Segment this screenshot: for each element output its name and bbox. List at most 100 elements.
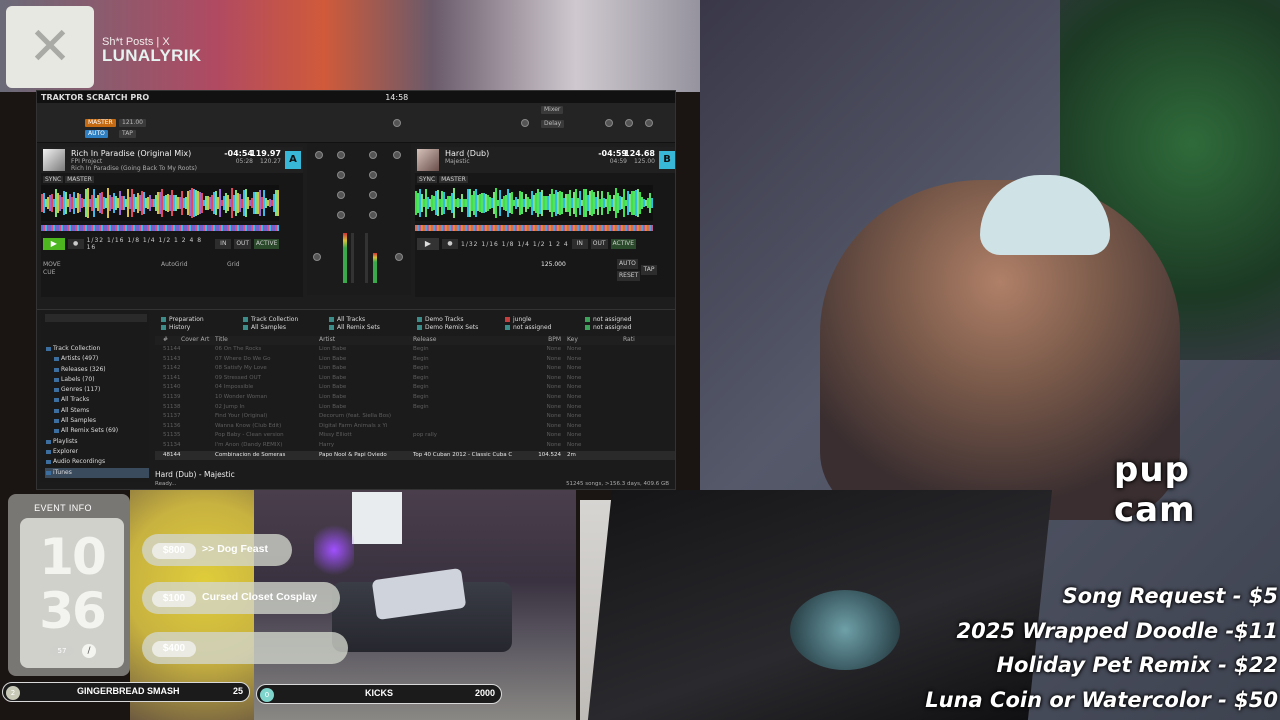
- deck-b-headphone-cue[interactable]: [395, 253, 403, 261]
- favorite-item[interactable]: All Samples: [243, 324, 286, 331]
- deck-b-waveform[interactable]: [415, 185, 653, 221]
- table-row[interactable]: 51140 04 Impossible Lion Babe Begin None None: [155, 383, 675, 393]
- tree-item[interactable]: Genres (117): [45, 385, 149, 395]
- column-header[interactable]: Title: [215, 336, 319, 345]
- deck-b-hi-knob[interactable]: [369, 151, 377, 159]
- tree-item[interactable]: All Samples: [45, 416, 149, 426]
- layout-dropdown[interactable]: Mixer: [541, 106, 564, 114]
- deck-b-play-button[interactable]: ▶: [417, 238, 439, 250]
- column-header[interactable]: #: [155, 336, 181, 345]
- deck-b-channel-fader[interactable]: [365, 233, 368, 283]
- column-header[interactable]: BPM: [523, 336, 567, 345]
- favorite-item[interactable]: Preparation: [161, 316, 204, 323]
- table-row[interactable]: 51142 08 Satisfy My Love Lion Babe Begin Non…: [155, 364, 675, 374]
- tap-button[interactable]: TAP: [119, 130, 136, 138]
- favorite-item[interactable]: not assigned: [505, 324, 551, 331]
- deck-b-sync-button[interactable]: SYNC: [417, 176, 438, 183]
- deck-a-autogrid-button[interactable]: AutoGrid: [161, 261, 188, 268]
- table-row[interactable]: 51137 Find Your (Original) Decorum (feat. …: [155, 412, 675, 422]
- favorite-item[interactable]: not assigned: [585, 316, 631, 323]
- column-header[interactable]: Rati: [623, 336, 663, 345]
- auto-button[interactable]: AUTO: [85, 130, 108, 138]
- deck-a-hi-knob[interactable]: [337, 151, 345, 159]
- tree-item[interactable]: iTunes: [45, 467, 149, 478]
- table-row[interactable]: 51135 Pop Baby - Clean version Missy Ellio…: [155, 431, 675, 441]
- deck-b-in-button[interactable]: IN: [571, 239, 588, 249]
- main-volume-knob[interactable]: [393, 119, 401, 127]
- favorite-item[interactable]: Demo Remix Sets: [417, 324, 478, 331]
- deck-b-active-button[interactable]: ACTIVE: [610, 239, 637, 249]
- fx-reverb-knob[interactable]: [625, 119, 633, 127]
- fx-select-dropdown[interactable]: Delay: [541, 120, 565, 128]
- column-header[interactable]: Release: [413, 336, 523, 345]
- column-header[interactable]: Cover Art: [181, 336, 215, 345]
- deck-a-master-button[interactable]: MASTER: [65, 176, 94, 183]
- deck-a-filter-knob[interactable]: [337, 211, 345, 219]
- deck-b-overview-strip[interactable]: [415, 223, 653, 233]
- browser-search-input[interactable]: [45, 314, 147, 322]
- deck-a-gain-knob[interactable]: [315, 151, 323, 159]
- table-row[interactable]: 51139 10 Wonder Woman Lion Babe Begin None No…: [155, 393, 675, 403]
- table-row[interactable]: 51136 Wanna Know (Club Edit) Digital Farm …: [155, 422, 675, 432]
- tree-item[interactable]: Labels (70): [45, 375, 149, 385]
- deck-b-reset-button[interactable]: RESET: [617, 271, 641, 281]
- table-row[interactable]: 51144 06 On The Rocks Lion Babe Begin None No…: [155, 345, 675, 355]
- tree-item[interactable]: Releases (326): [45, 365, 149, 375]
- master-bpm-display[interactable]: 121.00: [119, 119, 146, 127]
- deck-a-headphone-cue[interactable]: [313, 253, 321, 261]
- favorite-item[interactable]: not assigned: [585, 324, 631, 331]
- tree-item[interactable]: All Remix Sets (69): [45, 426, 149, 436]
- table-row[interactable]: 48144 Combinacion de Someras Papo Nool & P…: [155, 450, 675, 461]
- deck-a-waveform[interactable]: [41, 185, 279, 221]
- tree-item[interactable]: All Stems: [45, 406, 149, 416]
- deck-b-out-button[interactable]: OUT: [590, 239, 608, 249]
- deck-b-auto-button[interactable]: AUTO: [617, 259, 638, 269]
- favorite-item[interactable]: jungle: [505, 316, 531, 323]
- deck-a-active-button[interactable]: ACTIVE: [253, 239, 279, 249]
- deck-b-letter[interactable]: B: [659, 151, 675, 169]
- deck-a-move-label[interactable]: MOVE: [43, 261, 61, 268]
- tree-item[interactable]: All Tracks: [45, 395, 149, 405]
- table-row[interactable]: 51134 I'm Anon (Dandy REMIX) Harry None None: [155, 441, 675, 451]
- deck-b-mid-knob[interactable]: [369, 171, 377, 179]
- tree-item[interactable]: Playlists: [45, 437, 149, 447]
- deck-a-loop-sizes[interactable]: 1/32 1/16 1/8 1/4 1/2 1 2 4 8 16: [87, 237, 213, 251]
- deck-b-tap-button[interactable]: TAP: [641, 265, 657, 275]
- deck-b-cue-button[interactable]: ●: [442, 239, 458, 249]
- deck-a-grid-dropdown[interactable]: Grid: [227, 261, 240, 268]
- favorite-item[interactable]: History: [161, 324, 190, 331]
- deck-a-in-button[interactable]: IN: [215, 239, 232, 249]
- fx-rate-knob[interactable]: [645, 119, 653, 127]
- favorite-item[interactable]: Track Collection: [243, 316, 298, 323]
- tree-item[interactable]: Artists (497): [45, 354, 149, 364]
- deck-a-mid-knob[interactable]: [337, 171, 345, 179]
- deck-b-loop-sizes[interactable]: 1/32 1/16 1/8 1/4 1/2 1 2 4: [461, 241, 569, 248]
- column-header[interactable]: Key: [567, 336, 623, 345]
- master-clock-button[interactable]: MASTER: [85, 119, 116, 127]
- deck-a-out-button[interactable]: OUT: [234, 239, 251, 249]
- deck-b-filter-knob[interactable]: [369, 211, 377, 219]
- table-row[interactable]: 51138 02 Jump In Lion Babe Begin None None: [155, 403, 675, 413]
- fx-filter-knob[interactable]: [605, 119, 613, 127]
- deck-a-letter[interactable]: A: [285, 151, 301, 169]
- favorite-item[interactable]: All Tracks: [329, 316, 365, 323]
- deck-b-gain-knob[interactable]: [393, 151, 401, 159]
- deck-b-master-button[interactable]: MASTER: [439, 176, 468, 183]
- table-row[interactable]: 51141 09 Stressed OUT Lion Babe Begin None No…: [155, 374, 675, 384]
- tree-item[interactable]: Track Collection: [45, 344, 149, 354]
- deck-a-cue-button[interactable]: ●: [67, 239, 84, 249]
- tree-item[interactable]: Explorer: [45, 447, 149, 457]
- favorite-item[interactable]: Demo Tracks: [417, 316, 464, 323]
- deck-a-overview-strip[interactable]: [41, 223, 279, 233]
- tree-item[interactable]: Audio Recordings: [45, 457, 149, 467]
- deck-a-lo-knob[interactable]: [337, 191, 345, 199]
- fx-dry-wet-knob[interactable]: [521, 119, 529, 127]
- favorite-item[interactable]: All Remix Sets: [329, 324, 380, 331]
- deck-a-cue-label[interactable]: CUE: [43, 269, 55, 276]
- table-row[interactable]: 51143 07 Where Do We Go Lion Babe Begin None…: [155, 355, 675, 365]
- column-header[interactable]: Artist: [319, 336, 413, 345]
- deck-b-lo-knob[interactable]: [369, 191, 377, 199]
- deck-a-sync-button[interactable]: SYNC: [43, 176, 64, 183]
- deck-a-channel-fader[interactable]: [351, 233, 354, 283]
- deck-a-play-button[interactable]: ▶: [43, 238, 65, 250]
